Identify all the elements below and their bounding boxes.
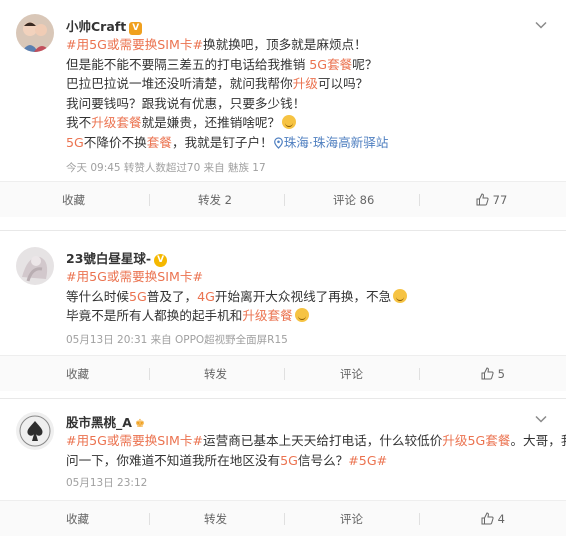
keyword-link[interactable]: 5G: [66, 135, 84, 150]
verified-badge-icon: V: [154, 254, 168, 267]
text: 毕竟不是所有人都换的起手机和: [66, 308, 243, 324]
topic-link[interactable]: #用5G或需要换SIM卡#: [66, 269, 203, 284]
comment-button[interactable]: 评论 86: [333, 182, 374, 218]
comment-button[interactable]: 评论: [340, 356, 363, 392]
text: 就是嫌贵，还推销啥呢？: [141, 115, 281, 131]
avatar[interactable]: [16, 247, 54, 285]
post-2: 23號白昼星球- V #用5G或需要换SIM卡# 等什么时候5G普及了，4G开始离…: [0, 230, 566, 391]
text: 换就换吧，顶多就是麻烦点！: [203, 37, 367, 52]
keyword-link[interactable]: 套餐: [147, 135, 172, 150]
favorite-button[interactable]: 收藏: [66, 356, 89, 392]
action-bar: 收藏 转发 2 评论 86 77: [0, 181, 566, 217]
text: 但是能不能不要隔三差五的打电话给我推销: [66, 56, 310, 72]
avatar[interactable]: [16, 412, 54, 450]
post-text: #用5G或需要换SIM卡#运营商已基本上天天给打电话，什么较低价升级5G套餐。大…: [66, 431, 566, 470]
username[interactable]: 小帅Craft V: [66, 16, 143, 35]
fan-crown-icon: ♚: [134, 417, 145, 430]
smile-emoji-icon: [393, 288, 408, 303]
action-bar: 收藏 转发 评论 4: [0, 500, 566, 536]
smile-emoji-icon: [282, 115, 297, 130]
thumbs-up-icon: [481, 367, 494, 380]
verified-badge-icon: V: [129, 22, 143, 35]
keyword-link[interactable]: 升级套餐: [91, 115, 141, 130]
location-link[interactable]: 珠海·珠海高新驿站: [273, 135, 389, 150]
like-count: 77: [492, 193, 508, 207]
text: ，我就是钉子户！: [171, 134, 273, 150]
text: 开始离开大众视线了再换，不急: [214, 288, 392, 304]
chevron-down-icon[interactable]: [534, 18, 548, 32]
text: 可以吗？: [317, 76, 369, 92]
text: 我不: [66, 115, 92, 131]
like-count: 4: [497, 512, 505, 526]
repost-button[interactable]: 转发: [204, 356, 227, 392]
post-text: #用5G或需要换SIM卡# 等什么时候5G普及了，4G开始离开大众视线了再换，不…: [66, 267, 548, 326]
text: 普及了，: [146, 288, 198, 304]
repost-button[interactable]: 转发 2: [198, 182, 232, 218]
keyword-link[interactable]: 升级5G套餐: [442, 433, 510, 448]
username-text[interactable]: 23號白昼星球-: [66, 251, 151, 266]
text: 运营商已基本上天天给打电话，什么较低价: [203, 433, 443, 448]
post-3: 股市黑桃_A ♚ #用5G或需要换SIM卡#运营商已基本上天天给打电话，什么较低价…: [0, 398, 566, 538]
text: 呢？: [352, 56, 378, 72]
thumbs-up-icon: [481, 512, 494, 525]
text: 问一下，你难道不知道我所在地区没有: [66, 452, 281, 468]
like-button[interactable]: 5: [481, 356, 505, 392]
text: 信号么？: [297, 452, 349, 468]
keyword-link[interactable]: 升级套餐: [242, 308, 292, 323]
keyword-link[interactable]: 升级: [293, 76, 318, 91]
keyword-link[interactable]: 5G: [280, 453, 298, 468]
avatar[interactable]: [16, 14, 54, 52]
text: 。大哥，我想: [510, 433, 566, 448]
post-meta: 05月13日 20:31 来自 OPPO超视野全面屏R15: [66, 334, 288, 346]
like-button[interactable]: 77: [476, 182, 507, 218]
location-text[interactable]: 珠海·珠海高新驿站: [284, 135, 389, 150]
like-count: 5: [497, 367, 505, 381]
action-bar: 收藏 转发 评论 5: [0, 355, 566, 391]
username[interactable]: 23號白昼星球- V: [66, 248, 168, 267]
post-meta: 今天 09:45 转赞人数超过70 来自 魅族 17: [66, 162, 266, 174]
favorite-button[interactable]: 收藏: [62, 182, 85, 218]
like-button[interactable]: 4: [481, 501, 505, 537]
post-meta: 05月13日 23:12: [66, 477, 148, 489]
keyword-link[interactable]: 5G: [129, 289, 147, 304]
text: 我问要钱吗？跟我说有优惠，只要多少钱！: [66, 95, 306, 111]
location-pin-icon: [273, 137, 283, 149]
keyword-link[interactable]: 5G套餐: [309, 57, 352, 72]
username-text[interactable]: 股市黑桃_A: [66, 415, 132, 430]
repost-button[interactable]: 转发: [204, 501, 227, 537]
text: 不降价不换: [83, 134, 147, 150]
weibo-comment-feed: 小帅Craft V #用5G或需要换SIM卡#换就换吧，顶多就是麻烦点！ 但是能不…: [0, 0, 566, 547]
username-text[interactable]: 小帅Craft: [66, 19, 126, 34]
topic-link[interactable]: #5G#: [348, 453, 387, 468]
laugh-emoji-icon: [294, 308, 309, 323]
text: 巴拉巴拉说一堆还没听清楚，就问我帮你: [66, 76, 293, 92]
post-1: 小帅Craft V #用5G或需要换SIM卡#换就换吧，顶多就是麻烦点！ 但是能不…: [0, 0, 566, 217]
chevron-down-icon[interactable]: [534, 412, 548, 426]
text: 等什么时候: [66, 288, 129, 304]
topic-link[interactable]: #用5G或需要换SIM卡#: [66, 433, 203, 448]
comment-button[interactable]: 评论: [340, 501, 363, 537]
username[interactable]: 股市黑桃_A ♚: [66, 412, 145, 431]
favorite-button[interactable]: 收藏: [66, 501, 89, 537]
keyword-link[interactable]: 4G: [197, 289, 215, 304]
thumbs-up-icon: [476, 193, 489, 206]
topic-link[interactable]: #用5G或需要换SIM卡#: [66, 37, 203, 52]
post-text: #用5G或需要换SIM卡#换就换吧，顶多就是麻烦点！ 但是能不能不要隔三差五的打…: [66, 35, 548, 153]
